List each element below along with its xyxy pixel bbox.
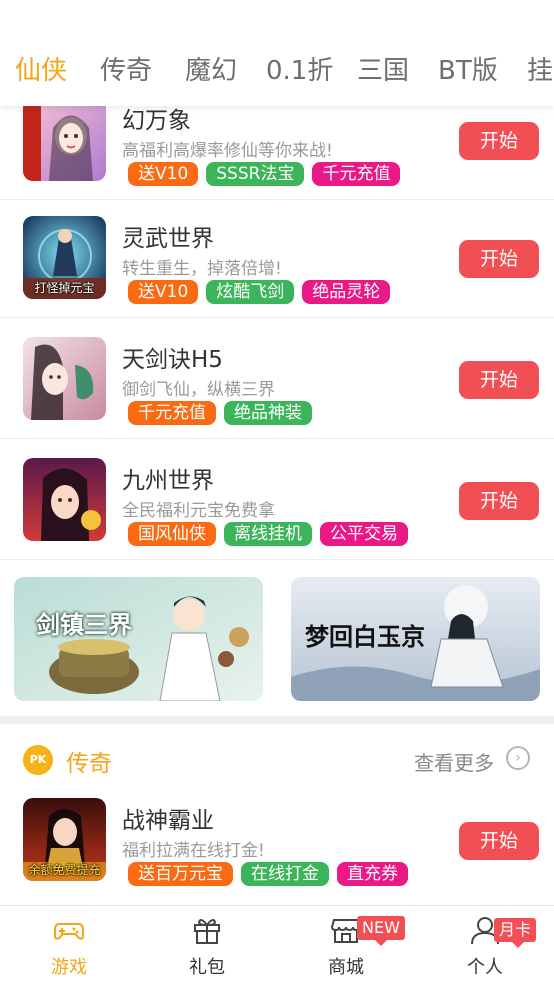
game-tag: 送V10	[128, 162, 199, 186]
start-button[interactable]: 开始	[459, 482, 539, 520]
nav-games[interactable]: 游戏	[14, 906, 124, 984]
tab-mohuan[interactable]: 魔幻	[185, 54, 237, 88]
game-tags: 送V10 SSSR法宝 千元充值	[128, 162, 401, 186]
game-thumbnail[interactable]	[23, 337, 106, 420]
game-tags: 送百万元宝 在线打金 直充券	[128, 862, 408, 886]
start-button[interactable]: 开始	[459, 122, 539, 160]
tab-chuanqi[interactable]: 传奇	[100, 54, 152, 88]
game-tag: 直充券	[337, 862, 408, 886]
game-name: 九州世界	[122, 468, 214, 494]
game-thumbnail[interactable]	[23, 98, 106, 181]
gift-icon	[194, 919, 220, 944]
pk-icon: PK	[23, 745, 53, 775]
tab-discount[interactable]: 0.1折	[266, 54, 333, 88]
app-screen: 幻万象 高福利高爆率修仙等你来战! 送V10 SSSR法宝 千元充值 开始 打怪	[0, 0, 554, 984]
nav-label: 游戏	[51, 957, 87, 978]
game-thumbnail[interactable]: 余额免费提充	[23, 798, 106, 881]
game-description: 高福利高爆率修仙等你来战!	[122, 141, 333, 161]
tab-sanguo[interactable]: 三国	[357, 54, 409, 88]
game-description: 转生重生，掉落倍增!	[122, 259, 282, 279]
tab-bt[interactable]: BT版	[438, 54, 498, 88]
chevron-right-icon[interactable]: ›	[506, 746, 530, 770]
game-tag: 国风仙侠	[128, 522, 216, 546]
game-tag: SSSR法宝	[206, 162, 305, 186]
game-row[interactable]: 天剑诀H5 御剑飞仙，纵横三界 千元充值 绝品神装 开始	[0, 318, 554, 439]
nav-profile[interactable]: 月卡 个人	[430, 906, 540, 984]
nav-gifts[interactable]: 礼包	[152, 906, 262, 984]
game-tag: 送百万元宝	[128, 862, 233, 886]
game-tag: 千元充值	[312, 162, 401, 186]
new-badge: NEW	[357, 916, 405, 946]
thumbnail-caption: 余额免费提充	[28, 863, 101, 877]
game-tags: 送V10 炫酷飞剑 绝品灵轮	[128, 280, 391, 304]
game-name: 幻万象	[122, 108, 191, 134]
monthly-card-badge: 月卡	[494, 918, 537, 948]
game-tag: 在线打金	[241, 862, 329, 886]
game-tag: 送V10	[128, 280, 199, 304]
section-divider	[0, 716, 554, 724]
game-tag: 绝品神装	[224, 401, 312, 425]
bottom-navigation: 游戏 礼包 NEW 商城 月卡 个人	[0, 905, 554, 984]
game-name: 灵武世界	[122, 226, 214, 252]
game-description: 福利拉满在线打金!	[122, 841, 265, 861]
banner-title: 剑镇三界	[36, 610, 132, 639]
start-button[interactable]: 开始	[459, 822, 539, 860]
game-description: 全民福利元宝免费拿	[122, 501, 275, 521]
game-row[interactable]: 打怪掉元宝 灵武世界 转生重生，掉落倍增! 送V10 炫酷飞剑 绝品灵轮 开始	[0, 197, 554, 318]
game-name: 天剑诀H5	[122, 347, 223, 373]
game-tag: 离线挂机	[224, 522, 312, 546]
category-tabs: 仙侠 传奇 魔幻 0.1折 三国 BT版 挂	[0, 0, 554, 106]
gamepad-icon	[54, 923, 84, 940]
game-tag: 绝品灵轮	[302, 280, 391, 304]
tab-xianxia[interactable]: 仙侠	[15, 54, 67, 88]
game-tags: 国风仙侠 离线挂机 公平交易	[128, 522, 408, 546]
game-thumbnail[interactable]: 打怪掉元宝	[23, 216, 106, 299]
game-tag: 公平交易	[320, 522, 408, 546]
thumbnail-caption: 打怪掉元宝	[34, 281, 95, 295]
see-more-link[interactable]: 查看更多	[414, 747, 494, 776]
nav-label: 礼包	[189, 957, 225, 978]
promo-banner[interactable]: 剑镇三界	[14, 577, 263, 701]
game-thumbnail[interactable]	[23, 458, 106, 541]
game-name: 战神霸业	[122, 808, 214, 834]
promo-banner[interactable]: 梦回白玉京	[291, 577, 540, 701]
start-button[interactable]: 开始	[459, 240, 539, 278]
game-description: 御剑飞仙，纵横三界	[122, 380, 275, 400]
section-title: 传奇	[66, 751, 112, 777]
game-row[interactable]: 余额免费提充 战神霸业 福利拉满在线打金! 送百万元宝 在线打金 直充券 开始	[0, 779, 554, 904]
nav-label: 个人	[467, 957, 503, 978]
nav-store[interactable]: NEW 商城	[291, 906, 405, 984]
banner-title: 梦回白玉京	[305, 622, 425, 651]
start-button[interactable]: 开始	[459, 361, 539, 399]
tab-guaji[interactable]: 挂	[527, 54, 553, 88]
nav-label: 商城	[328, 957, 364, 978]
game-tag: 炫酷飞剑	[206, 280, 295, 304]
game-row[interactable]: 九州世界 全民福利元宝免费拿 国风仙侠 离线挂机 公平交易 开始	[0, 439, 554, 560]
game-tags: 千元充值 绝品神装	[128, 401, 312, 425]
game-tag: 千元充值	[128, 401, 216, 425]
